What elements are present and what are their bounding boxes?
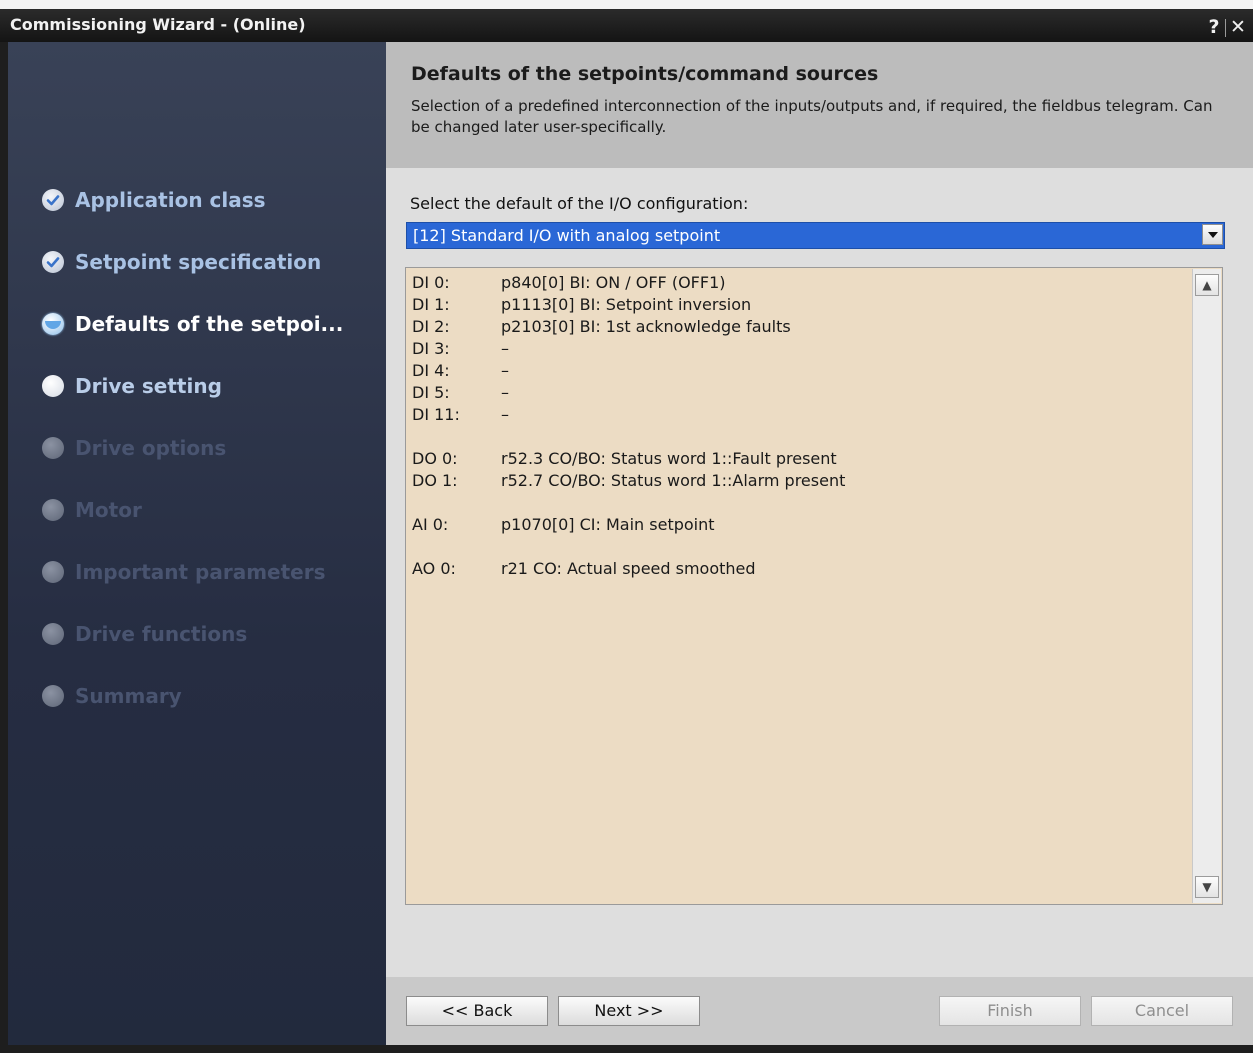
check-circle-icon (42, 189, 64, 211)
signal-value: p840[0] BI: ON / OFF (OFF1) (501, 273, 726, 292)
wizard-footer: << Back Next >> Finish Cancel (386, 977, 1253, 1045)
sidebar-item-motor: Motor (42, 496, 142, 524)
disabled-step-icon (42, 499, 64, 521)
signal-value: – (501, 405, 509, 424)
title-separator (1225, 19, 1226, 37)
io-config-dropdown[interactable]: [12] Standard I/O with analog setpoint (406, 222, 1225, 249)
signal-value: p2103[0] BI: 1st acknowledge faults (501, 317, 791, 336)
title-bar: Commissioning Wizard - (Online) ? ✕ (0, 9, 1253, 42)
signal-value: r52.7 CO/BO: Status word 1::Alarm presen… (501, 471, 846, 490)
check-circle-icon (42, 251, 64, 273)
signal-name: DI 2: (412, 317, 450, 336)
vertical-scrollbar[interactable]: ▲ ▼ (1192, 269, 1221, 903)
disabled-step-icon (42, 623, 64, 645)
sidebar-item-important-parameters: Important parameters (42, 558, 326, 586)
commissioning-wizard-window: Commissioning Wizard - (Online) ? ✕ Appl… (0, 0, 1253, 1053)
signal-value: – (501, 383, 509, 402)
signal-name: DI 1: (412, 295, 450, 314)
signal-name: DI 11: (412, 405, 460, 424)
sidebar-item-label: Drive options (75, 436, 227, 460)
signal-value: r21 CO: Actual speed smoothed (501, 559, 756, 578)
sidebar-item-label: Application class (75, 188, 266, 212)
disabled-step-icon (42, 561, 64, 583)
chevron-down-icon[interactable] (1202, 224, 1223, 245)
signal-name: AI 0: (412, 515, 449, 534)
close-icon[interactable]: ✕ (1227, 15, 1249, 39)
signal-name: DI 5: (412, 383, 450, 402)
signal-value: r52.3 CO/BO: Status word 1::Fault presen… (501, 449, 837, 468)
current-step-icon (42, 313, 64, 335)
sidebar-item-drive-setting[interactable]: Drive setting (42, 372, 222, 400)
page-description: Selection of a predefined interconnectio… (411, 97, 1213, 136)
sidebar-item-label: Defaults of the setpoi... (75, 312, 344, 336)
io-assignment-list: DI 0: p840[0] BI: ON / OFF (OFF1) DI 1: p1… (405, 267, 1223, 905)
top-strip (0, 0, 1253, 9)
wizard-main-panel: Defaults of the setpoints/command source… (386, 42, 1253, 1045)
sidebar-item-label: Motor (75, 498, 142, 522)
disabled-step-icon (42, 437, 64, 459)
cancel-button[interactable]: Cancel (1091, 996, 1233, 1026)
signal-name: DO 0: (412, 449, 458, 468)
page-header: Defaults of the setpoints/command source… (386, 42, 1253, 168)
sidebar-item-application-class[interactable]: Application class (42, 186, 266, 214)
sidebar-item-setpoint-specification[interactable]: Setpoint specification (42, 248, 321, 276)
wizard-step-sidebar: Application class Setpoint specification… (8, 42, 386, 1045)
sidebar-item-summary: Summary (42, 682, 182, 710)
signal-value: p1113[0] BI: Setpoint inversion (501, 295, 752, 314)
disabled-step-icon (42, 685, 64, 707)
scroll-up-icon[interactable]: ▲ (1195, 274, 1219, 296)
signal-name: DI 4: (412, 361, 450, 380)
window-title: Commissioning Wizard - (Online) (10, 15, 306, 34)
page-title: Defaults of the setpoints/command source… (411, 63, 879, 85)
io-config-selected-value: [12] Standard I/O with analog setpoint (413, 226, 721, 245)
next-button[interactable]: Next >> (558, 996, 700, 1026)
sidebar-item-label: Summary (75, 684, 182, 708)
sidebar-item-label: Drive setting (75, 374, 222, 398)
sidebar-item-defaults-setpoints[interactable]: Defaults of the setpoi... (42, 310, 343, 338)
signal-name: AO 0: (412, 559, 456, 578)
scroll-down-icon[interactable]: ▼ (1195, 876, 1219, 898)
pending-step-icon (42, 375, 64, 397)
sidebar-item-label: Setpoint specification (75, 250, 322, 274)
sidebar-item-label: Drive functions (75, 622, 248, 646)
signal-name: DO 1: (412, 471, 458, 490)
signal-value: – (501, 361, 509, 380)
help-icon[interactable]: ? (1203, 15, 1225, 39)
sidebar-item-drive-options: Drive options (42, 434, 226, 462)
sidebar-item-drive-functions: Drive functions (42, 620, 247, 648)
finish-button[interactable]: Finish (939, 996, 1081, 1026)
signal-value: p1070[0] CI: Main setpoint (501, 515, 715, 534)
back-button[interactable]: << Back (406, 996, 548, 1026)
sidebar-item-label: Important parameters (75, 560, 326, 584)
signal-value: – (501, 339, 509, 358)
signal-name: DI 3: (412, 339, 450, 358)
io-config-label: Select the default of the I/O configurat… (410, 194, 749, 213)
signal-name: DI 0: (412, 273, 450, 292)
